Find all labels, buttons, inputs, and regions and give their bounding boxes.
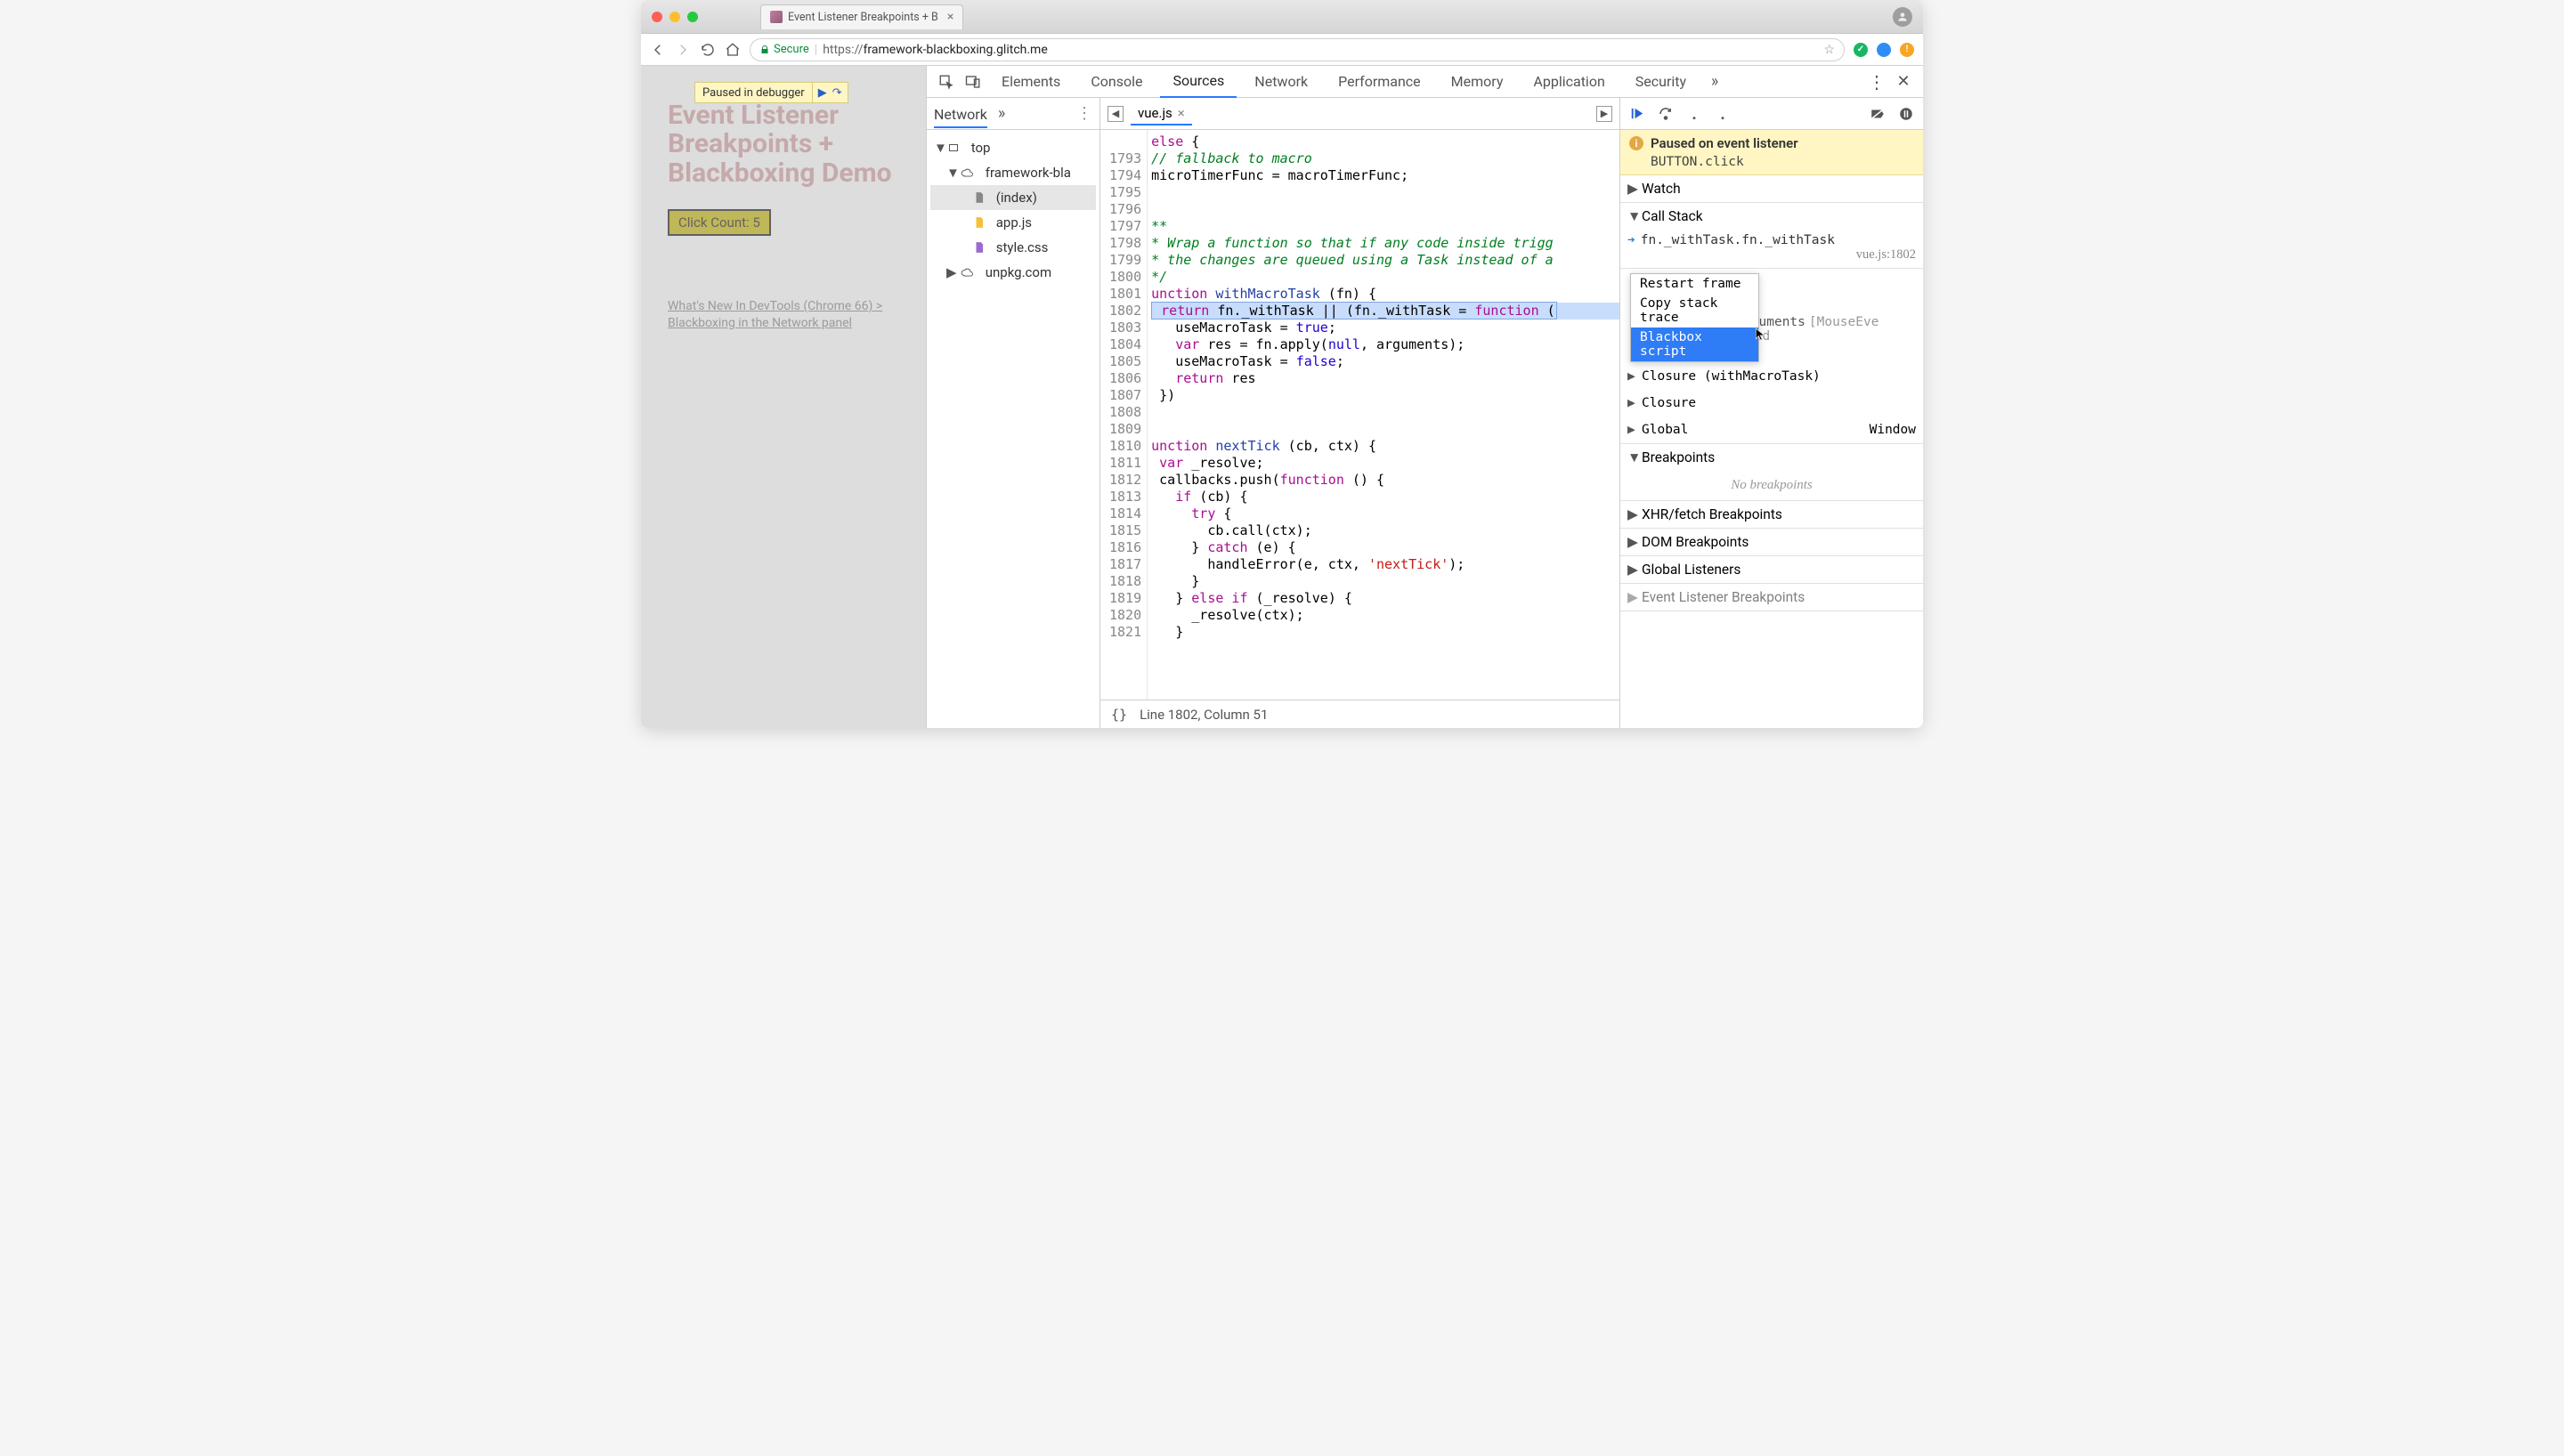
tab-close-icon[interactable]: ×: [947, 10, 953, 24]
minimize-window-button[interactable]: [669, 12, 680, 22]
tree-file-appjs[interactable]: app.js: [930, 210, 1096, 235]
devtools-tabbar: Elements Console Sources Network Perform…: [927, 66, 1923, 98]
url-input[interactable]: Secure | https://framework-blackboxing.g…: [750, 38, 1845, 61]
paused-target: BUTTON.click: [1651, 155, 1914, 169]
browser-tab[interactable]: Event Listener Breakpoints + B ×: [760, 4, 963, 29]
dom-breakpoints-section[interactable]: ▶DOM Breakpoints: [1620, 529, 1923, 555]
window-controls: [652, 12, 698, 22]
step-into-icon[interactable]: [1686, 106, 1702, 122]
extension-icon-2[interactable]: [1877, 43, 1891, 57]
navigator-more-icon[interactable]: »: [998, 104, 1005, 123]
scope-closure-1[interactable]: ▶Closure (withMacroTask): [1620, 363, 1923, 390]
url-text: https://framework-blackboxing.glitch.me: [823, 43, 1048, 57]
cursor-icon: [1754, 326, 1766, 342]
tab-security[interactable]: Security: [1623, 66, 1699, 98]
tree-domain-2[interactable]: ▶ unpkg.com: [930, 260, 1096, 285]
overlay-step-icon[interactable]: ↷: [832, 86, 842, 100]
info-icon: i: [1629, 136, 1643, 150]
ctx-restart-frame[interactable]: Restart frame: [1631, 274, 1758, 294]
paused-banner: i Paused on event listener BUTTON.click: [1620, 130, 1923, 175]
browser-window: Event Listener Breakpoints + B × Secure …: [641, 0, 1923, 728]
profile-avatar[interactable]: [1893, 7, 1912, 27]
extension-icon-1[interactable]: ✓: [1854, 43, 1868, 57]
step-out-icon[interactable]: [1715, 106, 1731, 122]
editor-nav-back-icon[interactable]: ◀: [1108, 106, 1124, 122]
page-dimmer: [641, 66, 926, 728]
extension-icon-3[interactable]: !: [1900, 43, 1914, 57]
context-menu: Restart frame Copy stack trace Blackbox …: [1630, 273, 1759, 362]
tab-console[interactable]: Console: [1078, 66, 1155, 98]
tree-file-stylecss[interactable]: style.css: [930, 235, 1096, 260]
editor-tab-close-icon[interactable]: ×: [1178, 105, 1185, 121]
debugger-pane: i Paused on event listener BUTTON.click ▶…: [1620, 98, 1923, 728]
tree-domain-1[interactable]: ▼ framework-bla: [930, 160, 1096, 185]
reload-button[interactable]: [700, 42, 716, 58]
breakpoints-section[interactable]: ▼Breakpoints: [1620, 444, 1923, 471]
scope-global[interactable]: ▶GlobalWindow: [1620, 417, 1923, 443]
debugger-toolbar: [1620, 98, 1923, 130]
content-area: Paused in debugger ▶ ↷ Event Listener Br…: [641, 66, 1923, 728]
global-listeners-section[interactable]: ▶Global Listeners: [1620, 556, 1923, 583]
ctx-blackbox-script[interactable]: Blackbox script: [1631, 328, 1758, 361]
editor-file-tab[interactable]: vue.js×: [1131, 102, 1192, 125]
forward-button[interactable]: [675, 42, 691, 58]
paused-overlay: Paused in debugger ▶ ↷: [694, 82, 848, 103]
code-body: else {// fallback to macromicroTimerFunc…: [1148, 130, 1619, 700]
cursor-position: Line 1802, Column 51: [1140, 707, 1268, 723]
navigator-tab[interactable]: Network: [934, 106, 987, 128]
tab-title: Event Listener Breakpoints + B: [788, 11, 938, 24]
code-editor[interactable]: 1793179417951796179717981799180018011802…: [1100, 130, 1619, 700]
tab-network[interactable]: Network: [1242, 66, 1320, 98]
event-listener-breakpoints-section[interactable]: ▶Event Listener Breakpoints: [1620, 584, 1923, 611]
back-button[interactable]: [650, 42, 666, 58]
ctx-copy-stack[interactable]: Copy stack trace: [1631, 294, 1758, 328]
address-bar: Secure | https://framework-blackboxing.g…: [641, 34, 1923, 66]
line-gutter: 1793179417951796179717981799180018011802…: [1100, 130, 1148, 700]
editor-run-icon[interactable]: ▶: [1596, 106, 1612, 122]
step-over-icon[interactable]: [1658, 106, 1674, 122]
file-tree: ▼ top ▼ framework-bla (index) app.js sty…: [927, 130, 1099, 290]
no-breakpoints-label: No breakpoints: [1620, 471, 1923, 500]
paused-reason: Paused on event listener: [1651, 135, 1798, 151]
paused-overlay-label: Paused in debugger: [695, 86, 812, 100]
callstack-section[interactable]: ▼Call Stack: [1620, 203, 1923, 230]
devtools-close-icon[interactable]: ✕: [1893, 71, 1914, 93]
deactivate-breakpoints-icon[interactable]: [1870, 106, 1886, 122]
devtools-panel: Elements Console Sources Network Perform…: [926, 66, 1923, 728]
more-tabs-icon[interactable]: »: [1704, 71, 1725, 93]
stack-location: vue.js:1802: [1856, 247, 1916, 263]
xhr-breakpoints-section[interactable]: ▶XHR/fetch Breakpoints: [1620, 501, 1923, 528]
resume-icon[interactable]: [1629, 106, 1645, 122]
device-mode-icon[interactable]: [962, 71, 984, 93]
home-icon[interactable]: [725, 42, 741, 58]
rendered-page: Paused in debugger ▶ ↷ Event Listener Br…: [641, 66, 926, 728]
devtools-menu-icon[interactable]: ⋮: [1866, 71, 1887, 93]
editor-pane: ◀ vue.js× ▶ 1793179417951796179717981799…: [1100, 98, 1620, 728]
pretty-print-icon[interactable]: {}: [1111, 707, 1127, 723]
tree-top[interactable]: ▼ top: [930, 135, 1096, 160]
tree-file-index[interactable]: (index): [930, 185, 1096, 210]
scope-closure-2[interactable]: ▶Closure: [1620, 390, 1923, 417]
tab-memory[interactable]: Memory: [1439, 66, 1516, 98]
tab-elements[interactable]: Elements: [989, 66, 1073, 98]
navigator-menu-icon[interactable]: ⋮: [1076, 104, 1092, 123]
window-titlebar: Event Listener Breakpoints + B ×: [641, 0, 1923, 34]
tab-performance[interactable]: Performance: [1326, 66, 1433, 98]
maximize-window-button[interactable]: [687, 12, 698, 22]
favicon: [770, 11, 783, 23]
tab-sources[interactable]: Sources: [1160, 66, 1237, 98]
close-window-button[interactable]: [652, 12, 662, 22]
bookmark-star-icon[interactable]: ☆: [1823, 43, 1835, 57]
navigator-pane: Network » ⋮ ▼ top ▼ framework-bla (index…: [927, 98, 1100, 728]
tab-application[interactable]: Application: [1521, 66, 1617, 98]
watch-section[interactable]: ▶Watch: [1620, 175, 1923, 202]
stack-frame[interactable]: ➔fn._withTask.fn._withTask: [1627, 233, 1916, 247]
secure-badge: Secure: [759, 43, 809, 56]
editor-footer: {} Line 1802, Column 51: [1100, 700, 1619, 728]
inspect-element-icon[interactable]: [936, 71, 957, 93]
overlay-resume-icon[interactable]: ▶: [818, 86, 827, 100]
pause-exceptions-icon[interactable]: [1898, 106, 1914, 122]
